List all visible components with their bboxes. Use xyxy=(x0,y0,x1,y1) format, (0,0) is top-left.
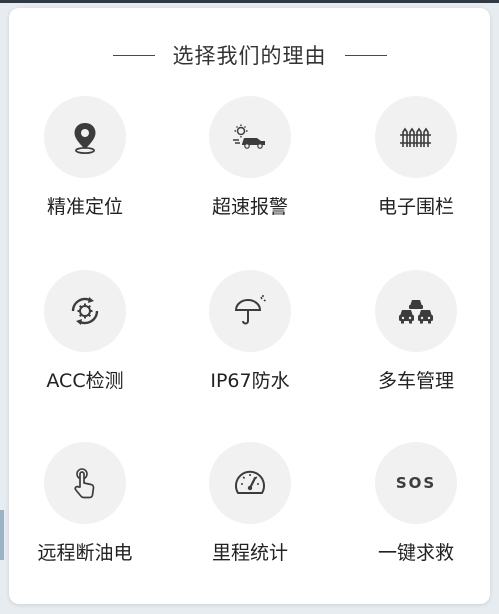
feature-item-geo-fence[interactable]: 电子围栏 xyxy=(336,96,496,226)
feature-item-speeding-alarm[interactable]: 超速报警 xyxy=(170,96,330,226)
feature-grid: 精准定位 超速报警 电子围栏 ACC检测 IP67防水 多车管理 远程断油电 里… xyxy=(9,8,490,604)
sos-icon: SOS xyxy=(375,442,457,524)
feature-item-remote-cutoff[interactable]: 远程断油电 xyxy=(5,442,165,572)
feature-label: 一键求救 xyxy=(377,542,454,564)
umbrella-icon xyxy=(209,270,291,352)
speedometer-icon xyxy=(209,442,291,524)
feature-label: 多车管理 xyxy=(377,370,454,392)
feature-label: 远程断油电 xyxy=(37,542,133,564)
feature-label: 精准定位 xyxy=(46,196,123,218)
multi-car-icon xyxy=(375,270,457,352)
location-pin-icon xyxy=(44,96,126,178)
feature-label: IP67防水 xyxy=(210,370,290,392)
reasons-card: 选择我们的理由 精准定位 超速报警 电子围栏 ACC检测 IP67防水 多车管理… xyxy=(9,8,490,604)
side-strip xyxy=(0,510,4,560)
feature-label: 电子围栏 xyxy=(377,196,454,218)
fence-icon xyxy=(375,96,457,178)
feature-item-one-key-sos[interactable]: SOS 一键求救 xyxy=(336,442,496,572)
touch-hand-icon xyxy=(44,442,126,524)
feature-label: ACC检测 xyxy=(46,370,124,392)
feature-label: 里程统计 xyxy=(211,542,288,564)
sos-icon-text: SOS xyxy=(395,474,437,492)
acc-gear-icon xyxy=(44,270,126,352)
feature-item-ip67-waterproof[interactable]: IP67防水 xyxy=(170,270,330,400)
feature-item-multi-vehicle[interactable]: 多车管理 xyxy=(336,270,496,400)
top-edge-bar xyxy=(0,0,499,3)
feature-item-acc-detection[interactable]: ACC检测 xyxy=(5,270,165,400)
feature-label: 超速报警 xyxy=(211,196,288,218)
speeding-car-icon xyxy=(209,96,291,178)
feature-item-precise-location[interactable]: 精准定位 xyxy=(5,96,165,226)
feature-item-mileage-stats[interactable]: 里程统计 xyxy=(170,442,330,572)
